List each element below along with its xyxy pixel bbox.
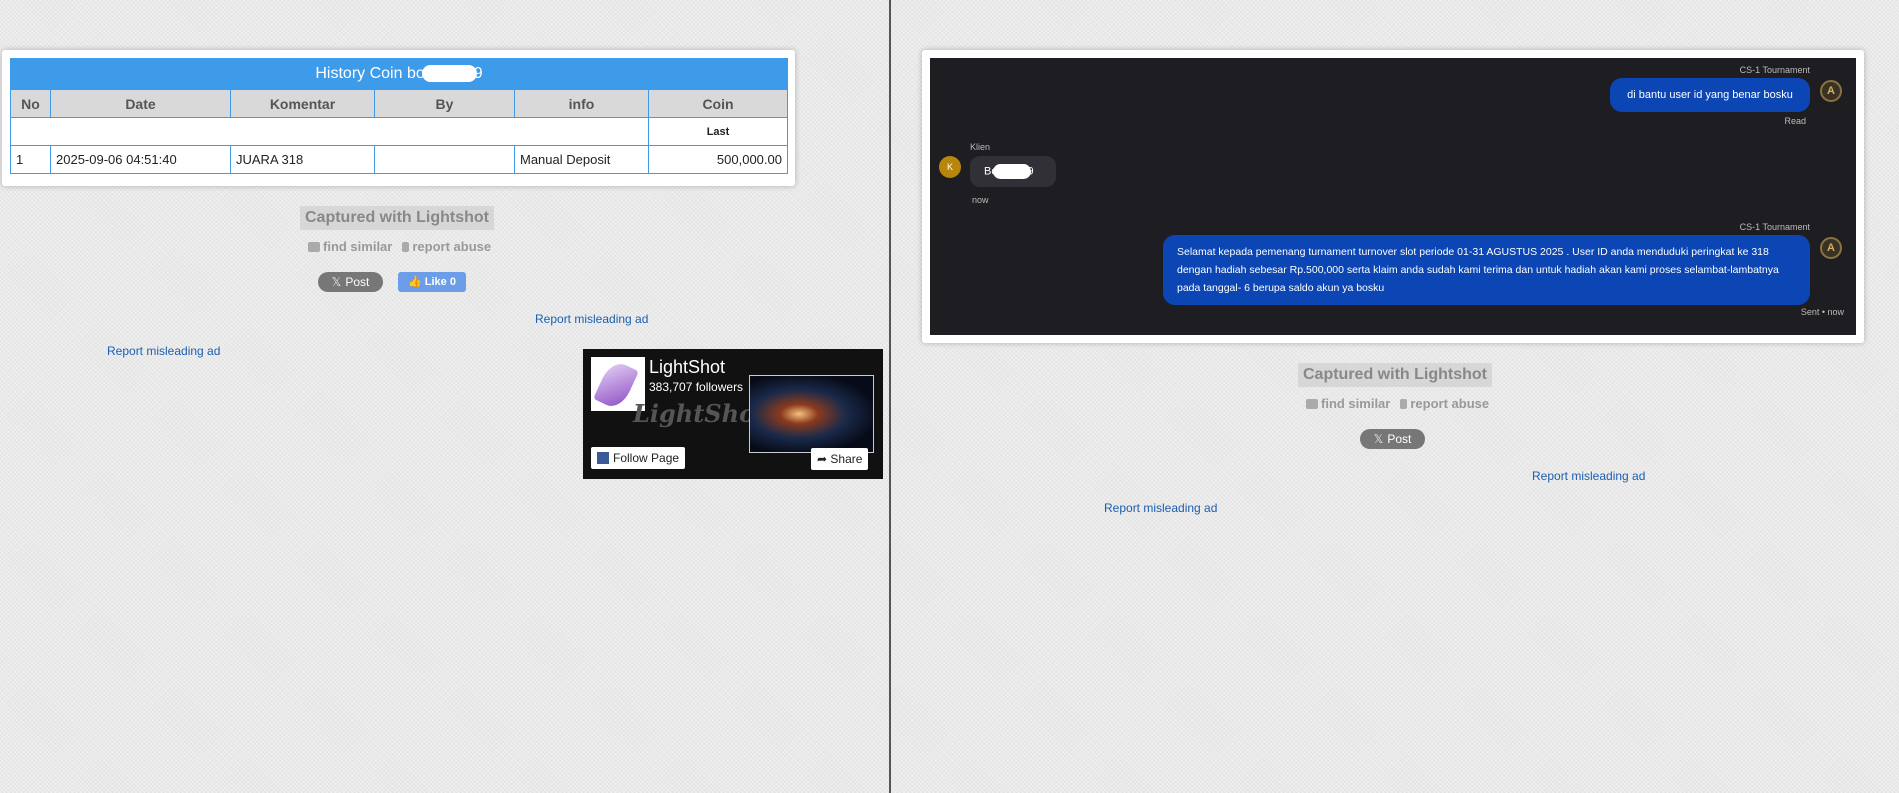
x-icon: 𝕏 (331, 275, 342, 289)
flag-icon (402, 242, 410, 252)
thumbs-up-icon: 👍 (408, 276, 422, 288)
redacted-pill (421, 65, 477, 83)
report-abuse-link[interactable]: report abuse (402, 239, 491, 254)
report-misleading-ad-link[interactable]: Report misleading ad (1104, 501, 1217, 515)
cell-date: 2025-09-06 04:51:40 (50, 145, 231, 174)
report-misleading-ad-link[interactable]: Report misleading ad (1532, 469, 1645, 483)
follow-page-button[interactable]: Follow Page (591, 447, 686, 469)
x-icon: 𝕏 (1373, 432, 1384, 446)
client-label: Klien (970, 142, 991, 152)
redacted-pill (993, 164, 1032, 179)
client-avatar: K (939, 156, 961, 178)
sender-name: CS-1 Tournament (1739, 65, 1810, 75)
cell-komentar: JUARA 318 (230, 145, 375, 174)
x-post-button[interactable]: 𝕏 Post (1360, 429, 1425, 449)
report-abuse-link[interactable]: report abuse (1400, 396, 1489, 411)
table-title: History Coin bo 9 (10, 58, 788, 90)
agent-message: di bantu user id yang benar bosku (1610, 78, 1810, 112)
coin-history-frame: History Coin bo 9 No Date Komentar By inf… (2, 50, 795, 186)
sent-status: Sent • now (1800, 307, 1844, 317)
lightshot-tools: find similar report abuse (1306, 396, 1489, 411)
facebook-page-widget[interactable]: LightShot 383,707 followers LightShot Fo… (583, 349, 883, 479)
find-similar-link[interactable]: find similar (1306, 396, 1390, 411)
read-status: Read (1784, 116, 1806, 126)
facebook-icon (597, 452, 609, 464)
table-header-row: No Date Komentar By info Coin (10, 89, 788, 118)
agent-avatar: A (1820, 80, 1842, 102)
right-screenshot-pane: CS-1 Tournament di bantu user id yang be… (892, 0, 1899, 793)
report-misleading-ad-link[interactable]: Report misleading ad (107, 344, 220, 358)
client-time: now (972, 195, 989, 205)
cell-info: Manual Deposit (514, 145, 649, 174)
lightshot-tools: find similar report abuse (308, 239, 491, 254)
lightshot-watermark: LightShot (633, 399, 767, 428)
pane-divider (889, 0, 891, 793)
col-by: By (374, 89, 515, 118)
share-icon: ➦ (817, 452, 828, 466)
report-misleading-ad-link[interactable]: Report misleading ad (535, 312, 648, 326)
chat-panel: CS-1 Tournament di bantu user id yang be… (930, 58, 1856, 335)
fb-followers: 383,707 followers (649, 380, 744, 394)
table-row-last: Last (10, 117, 788, 146)
col-date: Date (50, 89, 231, 118)
sender-name: CS-1 Tournament (1739, 222, 1810, 232)
x-post-button[interactable]: 𝕏 Post (318, 272, 383, 292)
find-similar-link[interactable]: find similar (308, 239, 392, 254)
flag-icon (1400, 399, 1408, 409)
cell-coin: 500,000.00 (648, 145, 788, 174)
chat-frame: CS-1 Tournament di bantu user id yang be… (922, 50, 1864, 343)
col-komentar: Komentar (230, 89, 375, 118)
fb-page-name[interactable]: LightShot (649, 357, 725, 378)
galaxy-thumbnail (749, 375, 874, 453)
cell-no: 1 (10, 145, 51, 174)
fb-like-button[interactable]: 👍 Like 0 (398, 272, 466, 292)
coin-history-table: History Coin bo 9 No Date Komentar By inf… (10, 58, 788, 174)
captured-with-lightshot[interactable]: Captured with Lightshot (300, 206, 494, 230)
client-message: Bo 9 (970, 156, 1056, 187)
table-row: 1 2025-09-06 04:51:40 JUARA 318 Manual D… (10, 145, 788, 174)
share-button[interactable]: ➦ Share (811, 448, 869, 470)
agent-avatar: A (1820, 237, 1842, 259)
col-info: info (514, 89, 649, 118)
agent-message: Selamat kepada pemenang turnament turnov… (1163, 235, 1810, 305)
left-screenshot-pane: History Coin bo 9 No Date Komentar By inf… (0, 0, 890, 793)
last-label: Last (648, 117, 788, 146)
cell-by (374, 145, 515, 174)
captured-with-lightshot[interactable]: Captured with Lightshot (1298, 363, 1492, 387)
camera-icon (1306, 399, 1318, 409)
camera-icon (308, 242, 320, 252)
col-no: No (10, 89, 51, 118)
col-coin: Coin (648, 89, 788, 118)
